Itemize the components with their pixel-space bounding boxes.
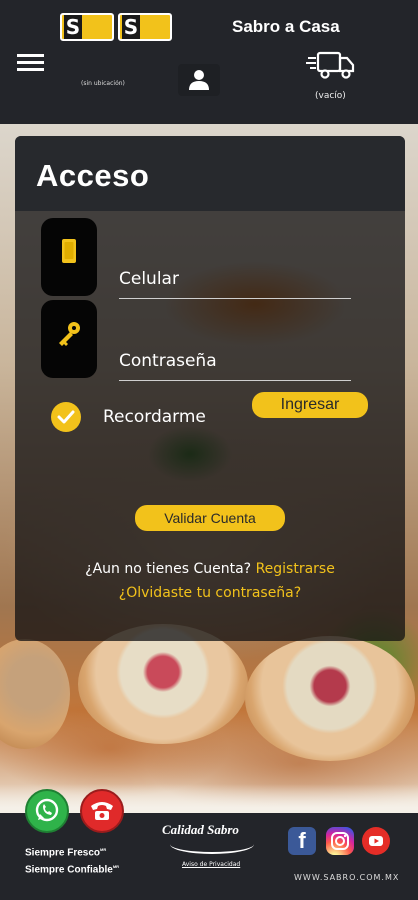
- phone-icon: [62, 239, 76, 263]
- play-glyph: [369, 836, 383, 846]
- app-title: Sabro a Casa: [232, 17, 340, 36]
- top-header: Sabro a Casa (sin ubicación) (vacío): [0, 0, 418, 124]
- password-input[interactable]: Contraseña: [119, 344, 351, 381]
- telephone-icon: [91, 802, 113, 820]
- camera-glyph: [331, 832, 349, 850]
- phone-icon-box: [41, 218, 97, 296]
- forgot-password-row: ¿Olvidaste tu contraseña?: [15, 585, 405, 601]
- cart-status: (vacío): [315, 91, 346, 101]
- user-account-button[interactable]: [178, 64, 220, 96]
- delivery-truck-button[interactable]: [306, 50, 356, 82]
- phone-input[interactable]: Celular: [119, 262, 351, 299]
- location-label[interactable]: (sin ubicación): [81, 80, 125, 87]
- slogan-fresh: Siempre FrescoMR: [25, 847, 107, 859]
- key-icon: [59, 322, 80, 346]
- key-icon-box: [41, 300, 97, 378]
- facebook-icon[interactable]: f: [288, 827, 316, 855]
- remember-checkbox[interactable]: [51, 402, 81, 432]
- whatsapp-button[interactable]: [25, 789, 69, 833]
- quality-brand: Calidad Sabro: [162, 822, 239, 837]
- website-link[interactable]: WWW.SABRO.COM.MX: [294, 873, 399, 882]
- user-icon: [178, 64, 220, 96]
- remember-label: Recordarme: [103, 407, 206, 427]
- food-roll-center: [78, 624, 248, 744]
- sabro-pollo-logo[interactable]: [60, 13, 114, 41]
- delivery-truck-icon: [306, 51, 355, 79]
- forgot-password-link[interactable]: ¿Olvidaste tu contraseña?: [119, 585, 301, 601]
- sabro-cerdo-logo[interactable]: [118, 13, 172, 41]
- slogan-reliable: Siempre ConfiableMR: [25, 864, 120, 876]
- whatsapp-icon: [35, 798, 59, 822]
- menu-button[interactable]: [17, 54, 44, 72]
- check-icon: [57, 410, 75, 424]
- login-title: Acceso: [36, 158, 150, 193]
- food-roll-left: [0, 639, 70, 749]
- no-account-text: ¿Aun no tienes Cuenta?: [85, 561, 252, 577]
- privacy-link[interactable]: Aviso de Privacidad: [182, 861, 240, 868]
- call-button[interactable]: [80, 789, 124, 833]
- youtube-icon[interactable]: [362, 827, 390, 855]
- login-button[interactable]: Ingresar: [252, 392, 368, 418]
- food-roll-right: [245, 636, 415, 761]
- validate-account-button[interactable]: Validar Cuenta: [135, 505, 285, 531]
- register-link[interactable]: Registrarse: [256, 561, 335, 577]
- no-account-row: ¿Aun no tienes Cuenta? Registrarse: [15, 561, 405, 577]
- hamburger-icon: [17, 54, 44, 57]
- login-panel: Acceso Celular Contraseña Recordarme Ing…: [15, 136, 405, 641]
- instagram-icon[interactable]: [326, 827, 354, 855]
